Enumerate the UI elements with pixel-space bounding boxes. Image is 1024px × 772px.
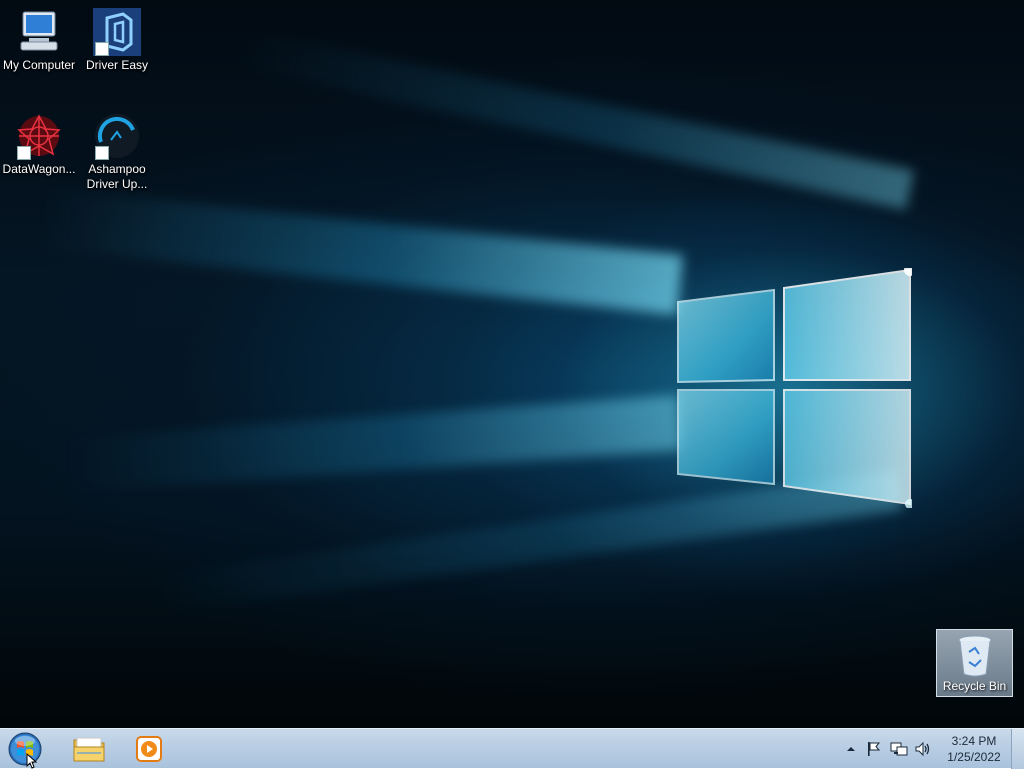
shortcut-arrow-icon [95,146,109,160]
show-hidden-icons-icon[interactable] [846,744,856,754]
network-icon[interactable] [890,741,908,757]
action-center-flag-icon[interactable] [866,741,882,757]
recycle-bin-icon [958,635,991,677]
clock-date: 1/25/2022 [947,750,1001,764]
media-player-icon [136,736,162,762]
taskbar-file-explorer-button[interactable] [64,732,114,766]
file-explorer-icon [73,737,105,762]
clock-time: 3:24 PM [951,734,997,748]
windows-start-orb-icon [8,732,42,766]
wallpaper-beam [40,188,684,315]
desktop[interactable]: My Computer Driver Easy DataWagon... Ash… [0,0,1024,728]
desktop-icon-recycle-bin[interactable]: Recycle Bin [936,629,1013,697]
taskbar-media-player-button[interactable] [128,732,178,766]
desktop-icon-label: Ashampoo [88,162,146,176]
show-desktop-button[interactable] [1011,729,1024,769]
recycle-bin-label: Recycle Bin [942,679,1007,693]
taskbar-clock[interactable]: 3:24 PM 1/25/2022 [936,733,1012,765]
system-tray [842,729,934,769]
mouse-cursor-icon [26,753,38,769]
start-button[interactable] [6,731,44,769]
desktop-icon-driver-easy[interactable]: Driver Easy [79,8,155,73]
shortcut-arrow-icon [17,146,31,160]
desktop-icon-datawagon[interactable]: DataWagon... [1,112,77,177]
taskbar: 3:24 PM 1/25/2022 [0,728,1024,769]
wallpaper-beam [59,395,682,494]
desktop-icon-my-computer[interactable]: My Computer [1,8,77,73]
desktop-icon-label: My Computer [2,58,76,72]
wallpaper-beam [230,26,915,210]
desktop-icon-label: Driver Up... [86,177,148,191]
desktop-icon-label: DataWagon... [2,162,76,176]
shortcut-arrow-icon [95,42,109,56]
volume-icon[interactable] [914,741,932,757]
windows-logo-wallpaper [677,268,912,508]
desktop-icon-ashampoo-driver-updater[interactable]: Ashampoo Driver Up... [79,112,155,192]
desktop-icon-label: Driver Easy [85,58,148,72]
computer-icon [20,11,58,51]
